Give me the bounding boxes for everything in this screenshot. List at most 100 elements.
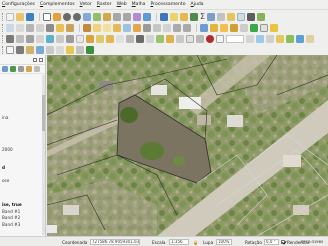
map-tips-icon[interactable] [217, 12, 226, 21]
plugin-5-icon[interactable] [96, 34, 104, 43]
paste-features-icon[interactable] [163, 23, 171, 32]
copy-features-icon[interactable] [153, 23, 161, 32]
label-highlight-icon[interactable] [260, 23, 268, 32]
layer-item[interactable]: ose [2, 178, 9, 183]
label-move-icon[interactable] [230, 23, 238, 32]
menu-malha[interactable]: Malha [132, 0, 146, 10]
plugin-3-icon[interactable] [76, 34, 84, 43]
digitize-pen-icon[interactable] [216, 34, 224, 43]
raster-tool-icon[interactable] [46, 45, 54, 54]
add-ring-icon[interactable] [306, 34, 314, 43]
digitize-shape-icon[interactable] [6, 34, 14, 43]
menu-ajuda[interactable]: Ajuda [191, 0, 204, 10]
label-pin-icon[interactable] [210, 23, 218, 32]
plugin-6-icon[interactable] [106, 34, 114, 43]
style-manager-icon[interactable] [26, 45, 34, 54]
add-polygon-icon[interactable] [36, 34, 44, 43]
histogram-icon[interactable] [56, 45, 64, 54]
toolbar-grip[interactable] [2, 45, 4, 54]
plugin-8-icon[interactable] [126, 34, 134, 43]
bookmark-icon[interactable] [227, 12, 236, 21]
open-project-icon[interactable] [16, 12, 24, 21]
zoom-next-icon[interactable] [123, 12, 131, 21]
plugin-2-icon[interactable] [66, 34, 74, 43]
model-builder-icon[interactable] [86, 45, 94, 54]
toolbar-grip[interactable] [2, 12, 4, 21]
statistics-icon[interactable]: Σ [200, 12, 205, 21]
layer-item[interactable]: ise, true [2, 202, 22, 207]
add-circle-icon[interactable] [16, 34, 24, 43]
vertex-tool-icon[interactable] [123, 23, 131, 32]
advanced-digitize-icon[interactable] [266, 34, 274, 43]
scrollbar-thumb[interactable] [42, 95, 45, 131]
python-icon[interactable] [46, 34, 54, 43]
add-raster-icon[interactable] [16, 23, 24, 32]
spin-input[interactable] [226, 34, 244, 43]
redo-icon[interactable] [183, 23, 191, 32]
zoom-in-icon[interactable] [63, 12, 71, 21]
layer-tree-scrollbar[interactable] [42, 75, 45, 235]
python-console-icon[interactable] [257, 12, 266, 21]
map-canvas[interactable] [47, 55, 328, 236]
processing-toolbox-icon[interactable] [76, 45, 84, 54]
zoom-full-icon[interactable] [83, 12, 91, 21]
cut-features-icon[interactable] [143, 23, 151, 32]
add-vector-icon[interactable] [6, 23, 14, 32]
label-rotate-icon[interactable] [240, 23, 248, 32]
menu-web[interactable]: Web [117, 0, 127, 10]
label-change-icon[interactable] [250, 23, 258, 32]
plugin-icon[interactable] [56, 34, 64, 43]
identify-icon[interactable] [160, 12, 168, 21]
select-features-icon[interactable] [170, 12, 178, 21]
add-spatialite-icon[interactable] [46, 23, 54, 32]
pan-hand-icon[interactable] [43, 12, 51, 21]
deselect-icon[interactable] [180, 12, 188, 21]
new-print-layout-icon[interactable] [6, 45, 14, 54]
layer-item[interactable]: d [2, 165, 5, 170]
layer-item[interactable]: Band #2 [2, 215, 20, 220]
layer-styling-icon[interactable] [36, 45, 44, 54]
save-edits-icon[interactable] [93, 23, 101, 32]
add-wms-icon[interactable] [66, 23, 74, 32]
toolbar-grip[interactable] [2, 23, 4, 32]
annotation-icon[interactable] [237, 12, 246, 21]
add-postgis-icon[interactable] [56, 23, 64, 32]
zoom-layer-icon[interactable] [93, 12, 101, 21]
rotate-features-icon[interactable] [286, 34, 294, 43]
zoom-out-icon[interactable] [73, 12, 81, 21]
layer-item[interactable]: Band #1 [2, 209, 20, 214]
field-calculator-icon[interactable] [190, 12, 198, 21]
menu-configurações[interactable]: Configurações [2, 0, 35, 10]
text-annotation-icon[interactable] [247, 12, 256, 21]
coordinate-field[interactable]: 727586.78 9059301.03 [90, 239, 140, 245]
menu-vetor[interactable]: Vetor [80, 0, 92, 10]
toggle-editing-icon[interactable] [83, 23, 91, 32]
new-map-view-icon[interactable] [133, 12, 141, 21]
rotation-field[interactable]: 0,0 ° [264, 239, 279, 245]
plugin-7-icon[interactable] [116, 34, 124, 43]
simplify-icon[interactable] [296, 34, 304, 43]
pan-to-selection-icon[interactable] [53, 12, 61, 21]
menu-processamento[interactable]: Processamento [150, 0, 185, 10]
menu-raster[interactable]: Raster [97, 0, 112, 10]
plugin-13-icon[interactable] [176, 34, 184, 43]
lock-scale-icon[interactable]: 🔒 [193, 240, 198, 245]
crs-label[interactable]: EPSG:31985 [301, 240, 323, 245]
toolbar-grip[interactable] [2, 34, 4, 43]
layer-item[interactable]: 2000 [2, 147, 13, 152]
layer-item[interactable]: ina [2, 115, 8, 120]
zoom-last-icon[interactable] [113, 12, 121, 21]
scale-field[interactable]: 1:356 [169, 239, 189, 245]
plugin-10-icon[interactable] [146, 34, 154, 43]
label-toolbar-icon[interactable] [200, 23, 208, 32]
render-checkbox[interactable] [281, 239, 285, 244]
georeferencer-icon[interactable] [66, 45, 74, 54]
zoom-selection-icon[interactable] [103, 12, 111, 21]
save-project-icon[interactable] [26, 12, 34, 21]
plugin-12-icon[interactable] [166, 34, 174, 43]
plugin-14-icon[interactable] [186, 34, 194, 43]
snap-icon[interactable] [256, 34, 264, 43]
add-mesh-icon[interactable] [26, 23, 34, 32]
label-show-icon[interactable] [220, 23, 228, 32]
stop-icon[interactable] [206, 34, 214, 43]
